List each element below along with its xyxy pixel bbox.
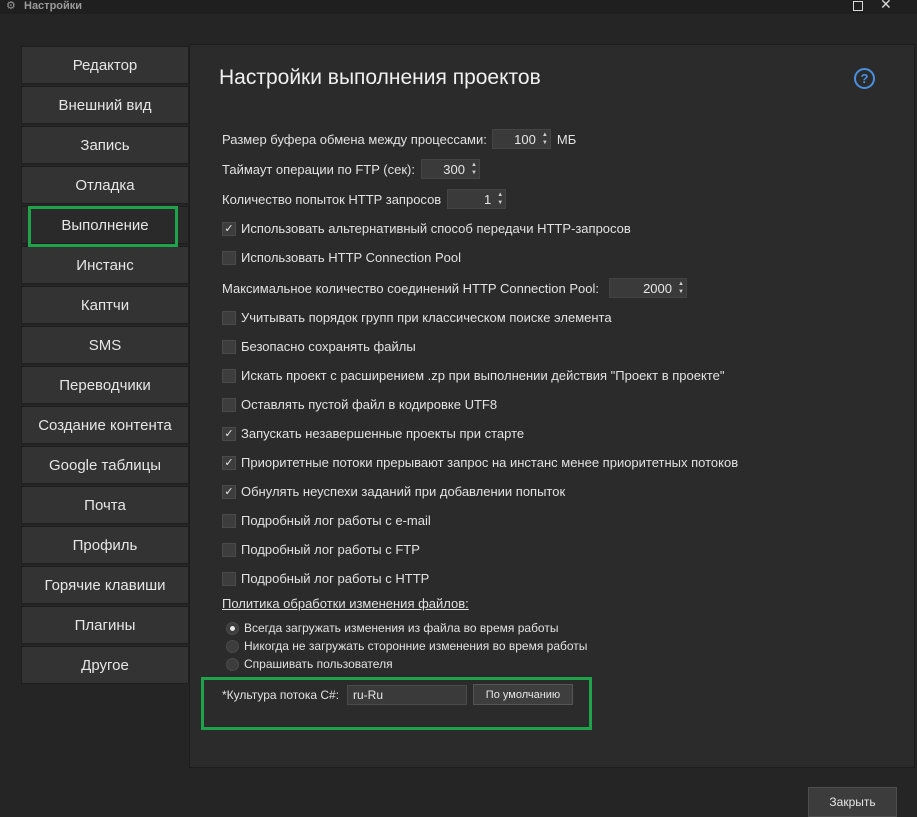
sidebar-item[interactable]: Google таблицы [21, 446, 189, 484]
checkbox-checked[interactable]: ✓ [222, 484, 236, 499]
buffer-value: 100 [514, 131, 536, 147]
checkbox-row[interactable]: Учитывать порядок групп при классическом… [222, 310, 612, 325]
checkbox-label: Оставлять пустой файл в кодировке UTF8 [241, 397, 498, 412]
sidebar-item[interactable]: SMS [21, 326, 189, 364]
checkbox-label: Использовать HTTP Connection Pool [241, 250, 461, 265]
http-retries-label: Количество попыток HTTP запросов [222, 191, 442, 207]
radio-label: Спрашивать пользователя [244, 657, 393, 671]
checkbox[interactable] [222, 542, 236, 557]
culture-input[interactable] [347, 685, 467, 705]
http-retries-row: Количество попыток HTTP запросов 1 ▲ ▼ [222, 189, 507, 209]
stepper-arrows-icon[interactable]: ▲ ▼ [542, 131, 548, 147]
checkbox-row[interactable]: Искать проект с расширением .zp при выпо… [222, 368, 724, 383]
checkbox[interactable] [222, 571, 236, 586]
radio-button[interactable] [226, 621, 239, 635]
checkbox-row[interactable]: ✓ Приоритетные потоки прерывают запрос на… [222, 455, 738, 470]
default-button[interactable]: По умолчанию [473, 684, 573, 705]
close-window-button[interactable]: ✕ [880, 0, 892, 11]
checkbox-label: Искать проект с расширением .zp при выпо… [241, 368, 725, 383]
max-connections-row: Максимальное количество соединений HTTP … [222, 278, 687, 298]
ftp-timeout-label: Таймаут операции по FTP (сек): [222, 161, 415, 177]
radio-row[interactable]: Всегда загружать изменения из файла во в… [226, 621, 558, 635]
buffer-stepper[interactable]: 100 ▲ ▼ [491, 129, 551, 149]
sidebar-item[interactable]: Инстанс [21, 246, 189, 284]
stepper-arrows-icon[interactable]: ▲ ▼ [678, 280, 684, 296]
checkbox-label: Подробный лог работы с FTP [241, 542, 420, 557]
sidebar-item[interactable]: Внешний вид [21, 86, 189, 124]
checkbox[interactable] [222, 368, 236, 383]
buffer-row: Размер буфера обмена между процессами: 1… [222, 129, 576, 149]
checkbox-label: Учитывать порядок групп при классическом… [241, 310, 612, 325]
sidebar-item[interactable]: Горячие клавиши [21, 566, 189, 604]
ftp-timeout-stepper[interactable]: 300 ▲ ▼ [420, 159, 480, 179]
checkbox-row[interactable]: ✓ Обнулять неуспехи заданий при добавлени… [222, 484, 565, 499]
radio-button[interactable] [226, 657, 239, 671]
ftp-timeout-row: Таймаут операции по FTP (сек): 300 ▲ ▼ [222, 159, 480, 179]
buffer-unit: МБ [556, 131, 577, 147]
checkbox-checked[interactable]: ✓ [222, 455, 236, 470]
radio-row[interactable]: Спрашивать пользователя [226, 657, 393, 671]
checkbox-row[interactable]: Подробный лог работы с e-mail [222, 513, 431, 528]
title-bar: ⚙ Настройки ✕ [0, 0, 917, 14]
checkbox-label: Безопасно сохранять файлы [241, 339, 416, 354]
checkbox-row[interactable]: Подробный лог работы с FTP [222, 542, 420, 557]
checkbox-label: Использовать альтернативный способ перед… [241, 221, 631, 236]
checkbox[interactable] [222, 250, 236, 265]
checkbox-row[interactable]: Безопасно сохранять файлы [222, 339, 416, 354]
sidebar-item[interactable]: Запись [21, 126, 189, 164]
checkbox-label: Приоритетные потоки прерывают запрос на … [241, 455, 739, 470]
checkbox-row[interactable]: ✓ Использовать альтернативный способ пере… [222, 221, 631, 236]
checkbox-row[interactable]: ✓ Запускать незавершенные проекты при ста… [222, 426, 524, 441]
stepper-arrows-icon[interactable]: ▲ ▼ [497, 191, 503, 207]
radio-button[interactable] [226, 639, 239, 653]
checkbox-row[interactable]: Подробный лог работы с HTTP [222, 571, 429, 586]
http-retries-value: 1 [483, 191, 492, 207]
gear-icon: ⚙ [6, 0, 16, 12]
sidebar-item[interactable]: Плагины [21, 606, 189, 644]
buffer-label: Размер буфера обмена между процессами: [222, 131, 487, 147]
ftp-timeout-value: 300 [443, 161, 465, 177]
checkbox-row[interactable]: Использовать HTTP Connection Pool [222, 250, 461, 265]
question-icon[interactable]: ? [854, 68, 875, 89]
close-button[interactable]: Закрыть [808, 787, 897, 817]
sidebar-item[interactable]: Другое [21, 646, 189, 684]
max-connections-value: 2000 [643, 280, 672, 296]
sidebar-item[interactable]: Переводчики [21, 366, 189, 404]
sidebar-item[interactable]: Редактор [21, 46, 189, 84]
maximize-button[interactable] [853, 1, 863, 11]
stepper-arrows-icon[interactable]: ▲ ▼ [471, 161, 477, 177]
checkbox-label: Запускать незавершенные проекты при стар… [241, 426, 525, 441]
checkbox[interactable] [222, 339, 236, 354]
culture-label: *Культура потока C#: [222, 688, 340, 702]
checkbox-row[interactable]: Оставлять пустой файл в кодировке UTF8 [222, 397, 497, 412]
sidebar-item[interactable]: Профиль [21, 526, 189, 564]
page-title: Настройки выполнения проектов [219, 66, 541, 89]
radio-label: Всегда загружать изменения из файла во в… [244, 621, 559, 635]
checkbox-label: Подробный лог работы с HTTP [241, 571, 430, 586]
sidebar-item[interactable]: Отладка [21, 166, 189, 204]
max-connections-stepper[interactable]: 2000 ▲ ▼ [608, 278, 687, 298]
checkbox[interactable] [222, 310, 236, 325]
max-connections-label: Максимальное количество соединений HTTP … [222, 280, 599, 296]
http-retries-stepper[interactable]: 1 ▲ ▼ [447, 189, 507, 209]
radio-label: Никогда не загружать сторонние изменения… [244, 639, 588, 653]
checkbox[interactable] [222, 397, 236, 412]
checkbox-label: Обнулять неуспехи заданий при добавлении… [241, 484, 566, 499]
sidebar-item[interactable]: Почта [21, 486, 189, 524]
checkbox[interactable] [222, 513, 236, 528]
checkbox-checked[interactable]: ✓ [222, 221, 236, 236]
window-title: Настройки [24, 0, 83, 12]
sidebar-item[interactable]: Каптчи [21, 286, 189, 324]
checkbox-label: Подробный лог работы с e-mail [241, 513, 431, 528]
checkbox-checked[interactable]: ✓ [222, 426, 236, 441]
sidebar-item[interactable]: Выполнение [21, 206, 189, 244]
sidebar-item[interactable]: Создание контента [21, 406, 189, 444]
radio-row[interactable]: Никогда не загружать сторонние изменения… [226, 639, 587, 653]
file-policy-label: Политика обработки изменения файлов: [222, 596, 469, 611]
